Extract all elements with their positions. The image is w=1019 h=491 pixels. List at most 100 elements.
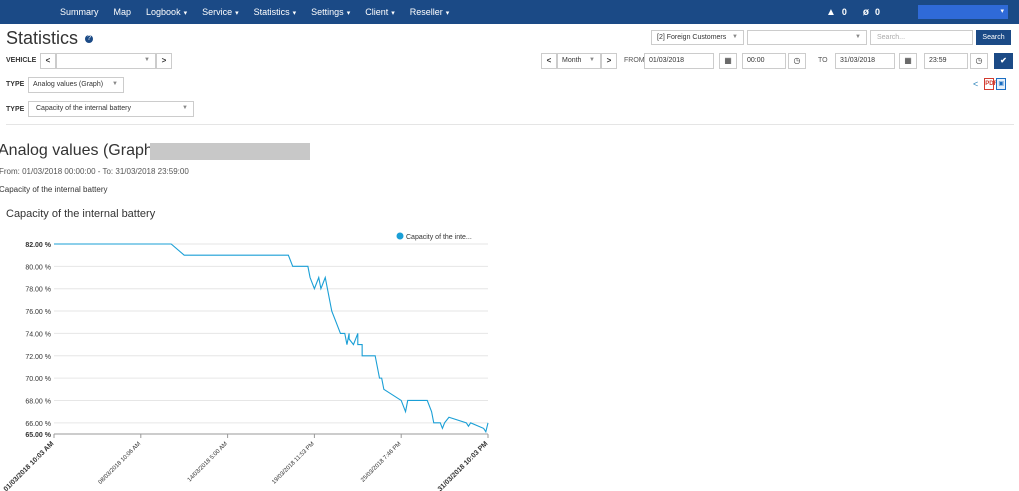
help-icon[interactable]: ? (85, 35, 94, 44)
to-time-input[interactable]: 23:59 (924, 53, 968, 69)
y-tick-label: 68.00 % (25, 398, 51, 405)
chevron-down-icon: ▾ (391, 10, 395, 17)
chevron-down-icon: ▾ (445, 10, 450, 17)
chart-title: Capacity of the internal battery (6, 208, 156, 220)
calendar-icon[interactable]: ▦ (719, 53, 737, 69)
nav-summary[interactable]: Summary (60, 7, 99, 17)
chevron-down-icon: ▼ (732, 34, 738, 40)
battery-capacity-chart: 82.00 % 80.00 % 78.00 % 76.00 % 74.00 % 72.00… (3, 232, 490, 491)
y-tick-label: 76.00 % (25, 309, 51, 316)
main-menu: Summary Map Logbook ▾ Service ▾ Statistics ▾ Set… (60, 0, 464, 24)
nav-label: Reseller (409, 7, 443, 17)
type-select[interactable]: Analog values (Graph) ▼ (28, 77, 124, 93)
from-label: FROM (624, 57, 645, 64)
warning-icon: ▲ (826, 6, 836, 18)
y-tick-label: 80.00 % (25, 264, 51, 271)
navbar-status: ▲ 0 ø 0 (826, 0, 896, 24)
to-date-input[interactable]: 31/03/2018 (835, 53, 895, 69)
apply-button[interactable]: ✔ (994, 53, 1013, 69)
eye-slash-icon: ø (862, 6, 870, 18)
y-tick-label: 74.00 % (25, 331, 51, 338)
chevron-down-icon: ▾ (1000, 8, 1004, 15)
report-title: Analog values (Graph), (0, 142, 163, 159)
x-tick-label: 25/03/2018 7:46 PM (360, 441, 402, 483)
customer-select-value: [2] Foreign Customers (657, 34, 727, 41)
chevron-down-icon: ▼ (112, 81, 118, 87)
type-select-value: Analog values (Graph) (33, 81, 104, 88)
nav-label: Client (365, 7, 389, 17)
chevron-down-icon: ▾ (183, 10, 188, 17)
hidden-indicator[interactable]: ø 0 (863, 7, 880, 18)
customer-select[interactable]: [2] Foreign Customers ▼ (651, 30, 744, 45)
from-date-input[interactable]: 01/03/2018 (644, 53, 714, 69)
nav-label: Settings (311, 7, 344, 17)
hidden-count: 0 (875, 7, 881, 17)
chevron-down-icon: ▾ (235, 10, 239, 17)
y-tick-label: 72.00 % (25, 354, 51, 361)
y-tick-label: 70.00 % (25, 376, 51, 383)
report-date-range: From: 01/03/2018 00:00:00 - To: 31/03/20… (0, 167, 189, 176)
alerts-indicator[interactable]: ▲ 0 (826, 7, 847, 18)
secondary-select[interactable]: ▼ (747, 30, 867, 45)
chevron-down-icon: ▼ (855, 34, 861, 40)
chevron-down-icon: ▼ (589, 57, 595, 63)
divider (6, 124, 1014, 125)
nav-label: Statistics (253, 7, 290, 17)
chevron-down-icon: ▾ (346, 10, 351, 17)
from-time-input[interactable]: 00:00 (742, 53, 786, 69)
measure-select[interactable]: Capacity of the internal battery ▼ (28, 101, 194, 117)
clock-icon[interactable]: ◷ (970, 53, 988, 69)
user-menu[interactable]: ▾ (918, 5, 1008, 19)
chevron-down-icon: ▼ (182, 105, 188, 111)
nav-reseller[interactable]: Reseller ▾ (410, 7, 450, 17)
vehicle-prev-button[interactable]: < (40, 53, 56, 69)
y-tick-label: 82.00 % (25, 242, 51, 249)
x-tick-label: 19/03/2018 11:53 PM (271, 441, 316, 486)
image-export-icon[interactable]: ▣ (996, 78, 1007, 90)
y-tick-label: 66.00 % (25, 421, 51, 428)
nav-label: Map (113, 7, 132, 17)
nav-label: Service (202, 7, 233, 17)
nav-statistics[interactable]: Statistics ▾ (254, 7, 297, 17)
vehicle-next-button[interactable]: > (156, 53, 172, 69)
type2-label: TYPE (6, 106, 25, 113)
series-line (54, 243, 489, 434)
page-title: Statistics ? (6, 28, 94, 49)
export-tools: < PDF ▣ (973, 78, 1007, 90)
clock-icon[interactable]: ◷ (788, 53, 806, 69)
measure-select-value: Capacity of the internal battery (36, 105, 131, 112)
report-measure: Capacity of the internal battery (0, 185, 108, 194)
share-icon[interactable]: < (973, 79, 978, 89)
x-tick-label: 31/03/2018 10:03 PM (437, 440, 490, 491)
chevron-down-icon: ▾ (292, 10, 297, 17)
legend-marker (396, 232, 404, 240)
x-tick-label: 01/03/2018 10:03 AM (3, 440, 56, 491)
x-tick-label: 14/03/2018 5:00 AM (187, 441, 229, 483)
redacted-vehicle-name (150, 143, 310, 160)
nav-settings[interactable]: Settings ▾ (311, 7, 350, 17)
nav-map[interactable]: Map (114, 7, 132, 17)
page-title-text: Statistics (6, 28, 79, 48)
calendar-icon[interactable]: ▦ (899, 53, 917, 69)
to-label: TO (818, 57, 828, 64)
search-button[interactable]: Search (976, 30, 1011, 45)
top-navbar: Summary Map Logbook ▾ Service ▾ Statistics ▾ Set… (0, 0, 1019, 24)
chevron-down-icon: ▼ (144, 57, 150, 63)
pdf-export-icon[interactable]: PDF (984, 78, 997, 90)
nav-service[interactable]: Service ▾ (202, 7, 239, 17)
vehicle-select[interactable]: ▼ (56, 53, 156, 69)
period-next-button[interactable]: > (601, 53, 617, 69)
y-tick-label: 78.00 % (25, 287, 51, 294)
alerts-count: 0 (841, 7, 847, 17)
y-tick-label: 65.00 % (25, 432, 51, 439)
search-input[interactable]: Search... (870, 30, 973, 45)
vehicle-label: VEHICLE (6, 57, 37, 64)
nav-label: Summary (60, 7, 99, 17)
nav-client[interactable]: Client ▾ (365, 7, 395, 17)
nav-logbook[interactable]: Logbook ▾ (146, 7, 187, 17)
legend-label: Capacity of the inte... (406, 234, 472, 241)
period-select[interactable]: Month ▼ (557, 53, 601, 69)
type-label: TYPE (6, 81, 25, 88)
nav-label: Logbook (146, 7, 181, 17)
period-prev-button[interactable]: < (541, 53, 557, 69)
